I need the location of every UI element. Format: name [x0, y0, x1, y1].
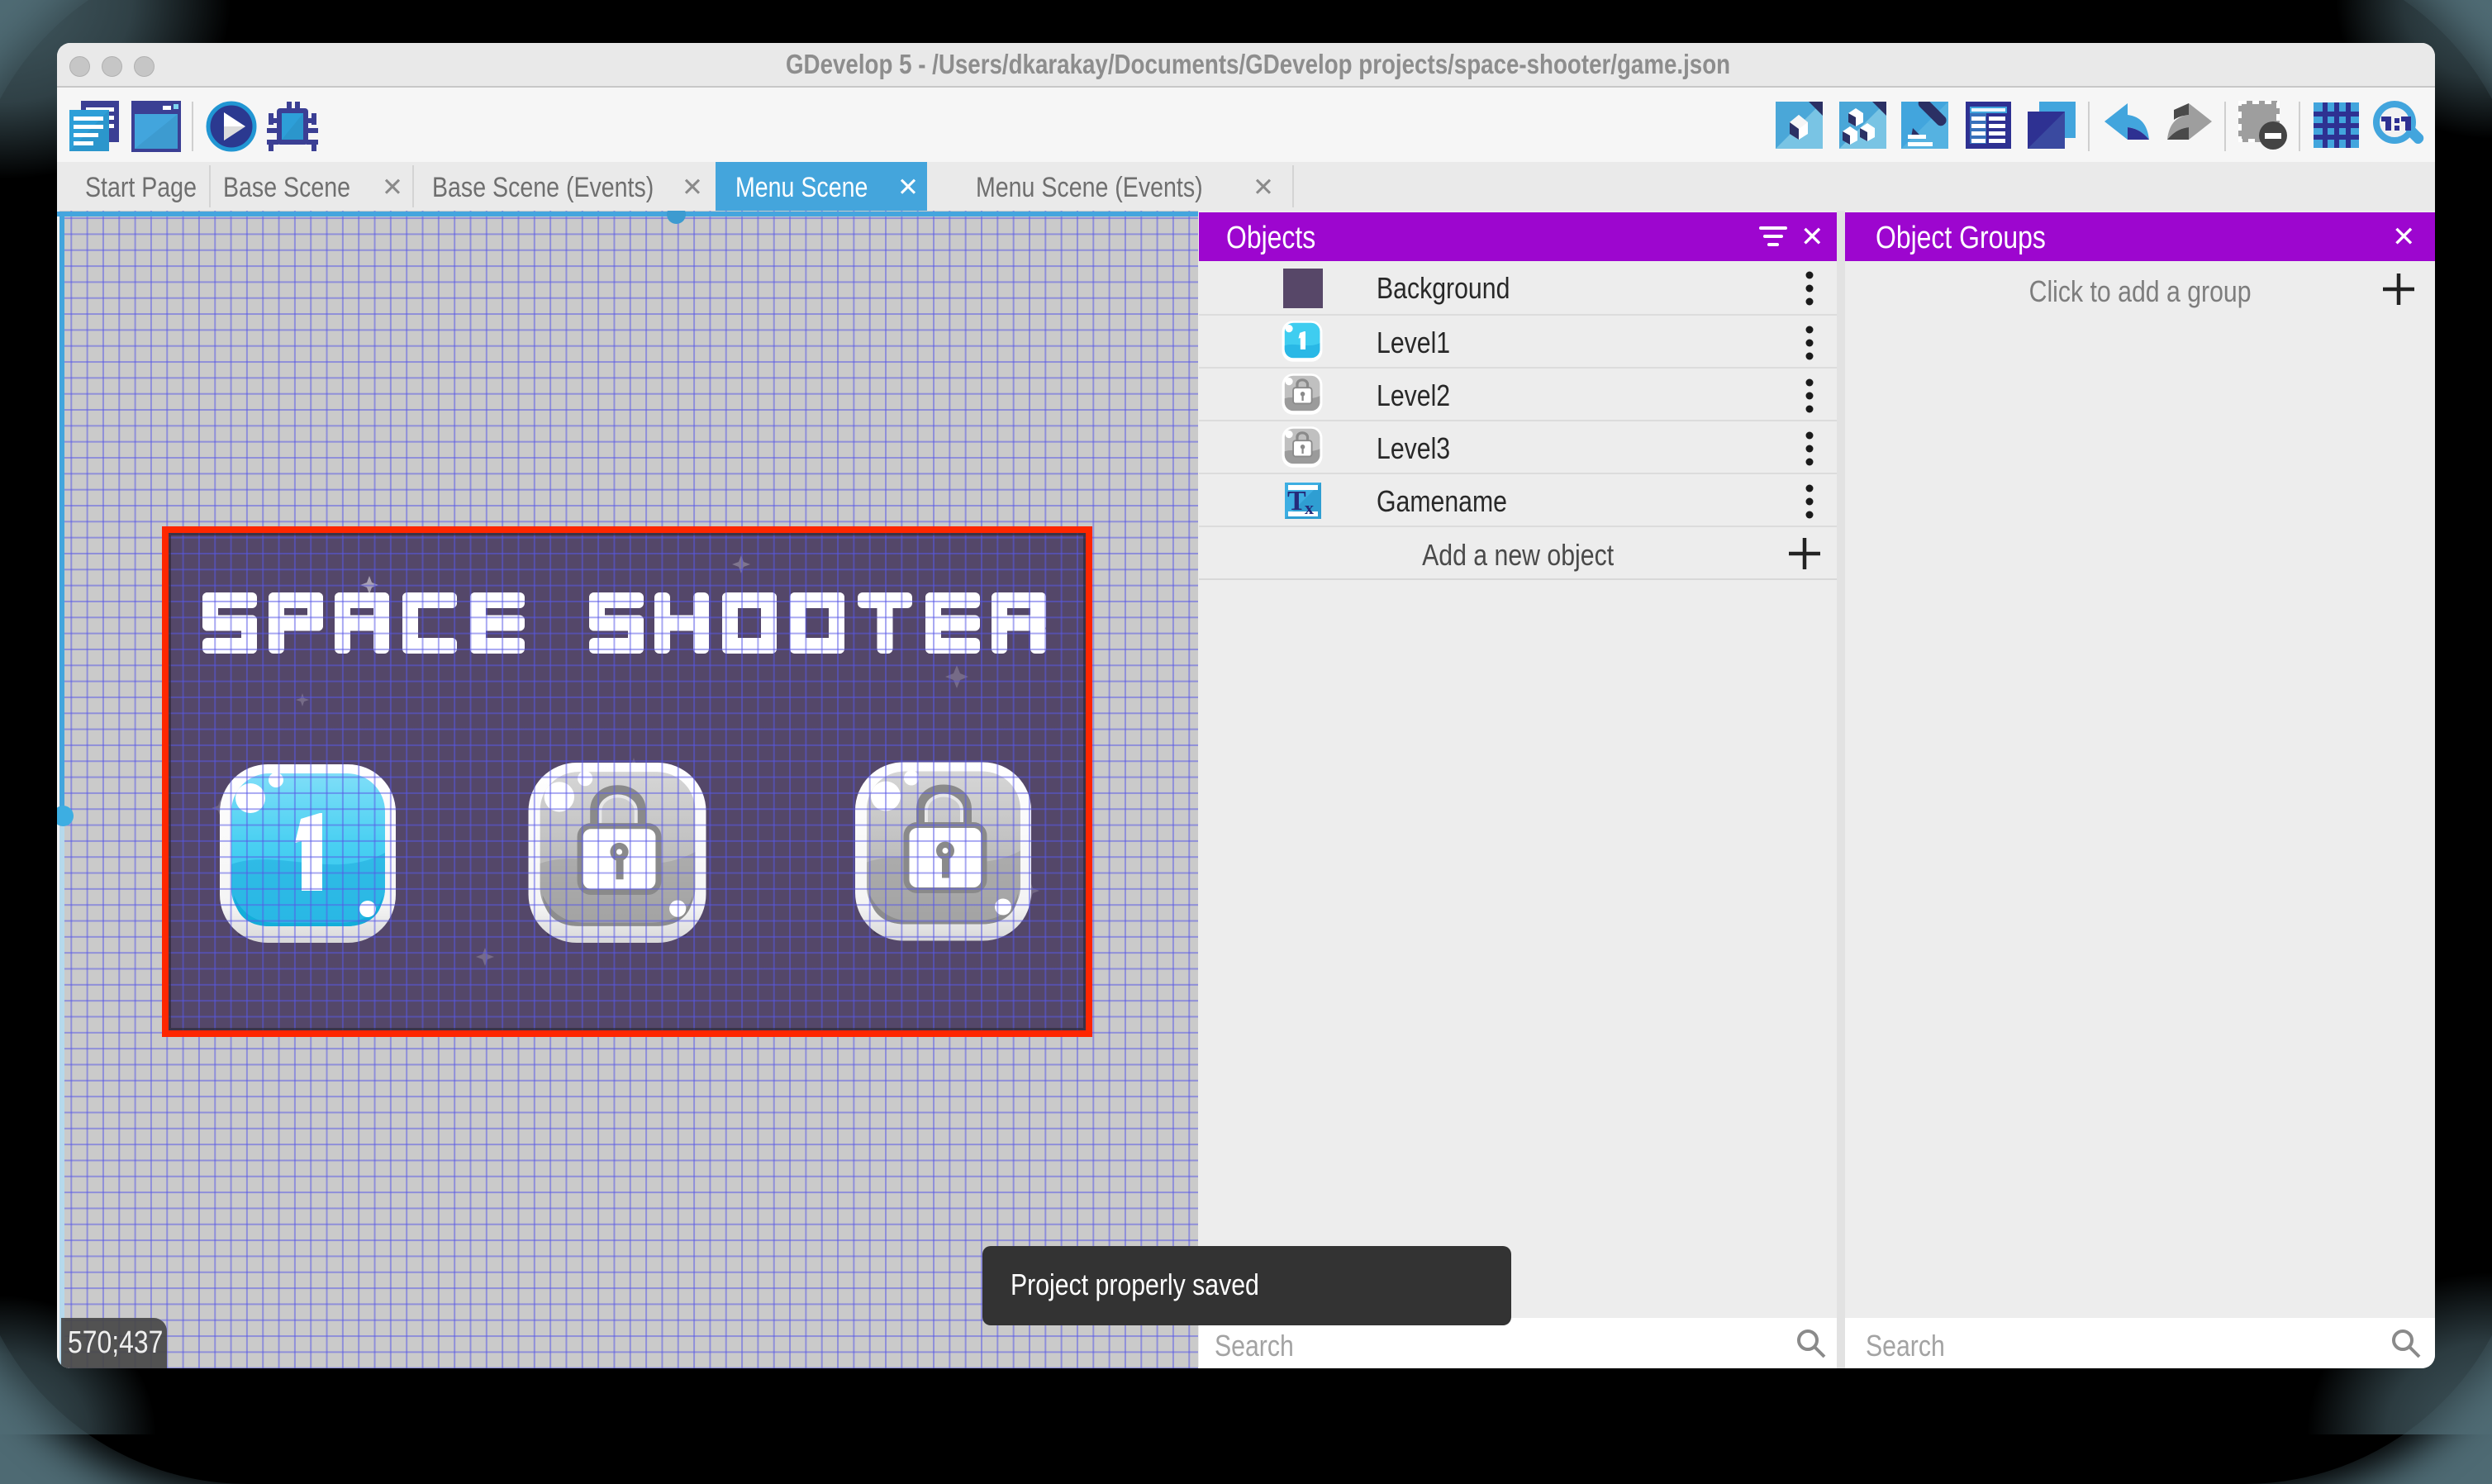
svg-text:x: x [1305, 497, 1314, 518]
svg-text:T: T [1287, 486, 1306, 516]
